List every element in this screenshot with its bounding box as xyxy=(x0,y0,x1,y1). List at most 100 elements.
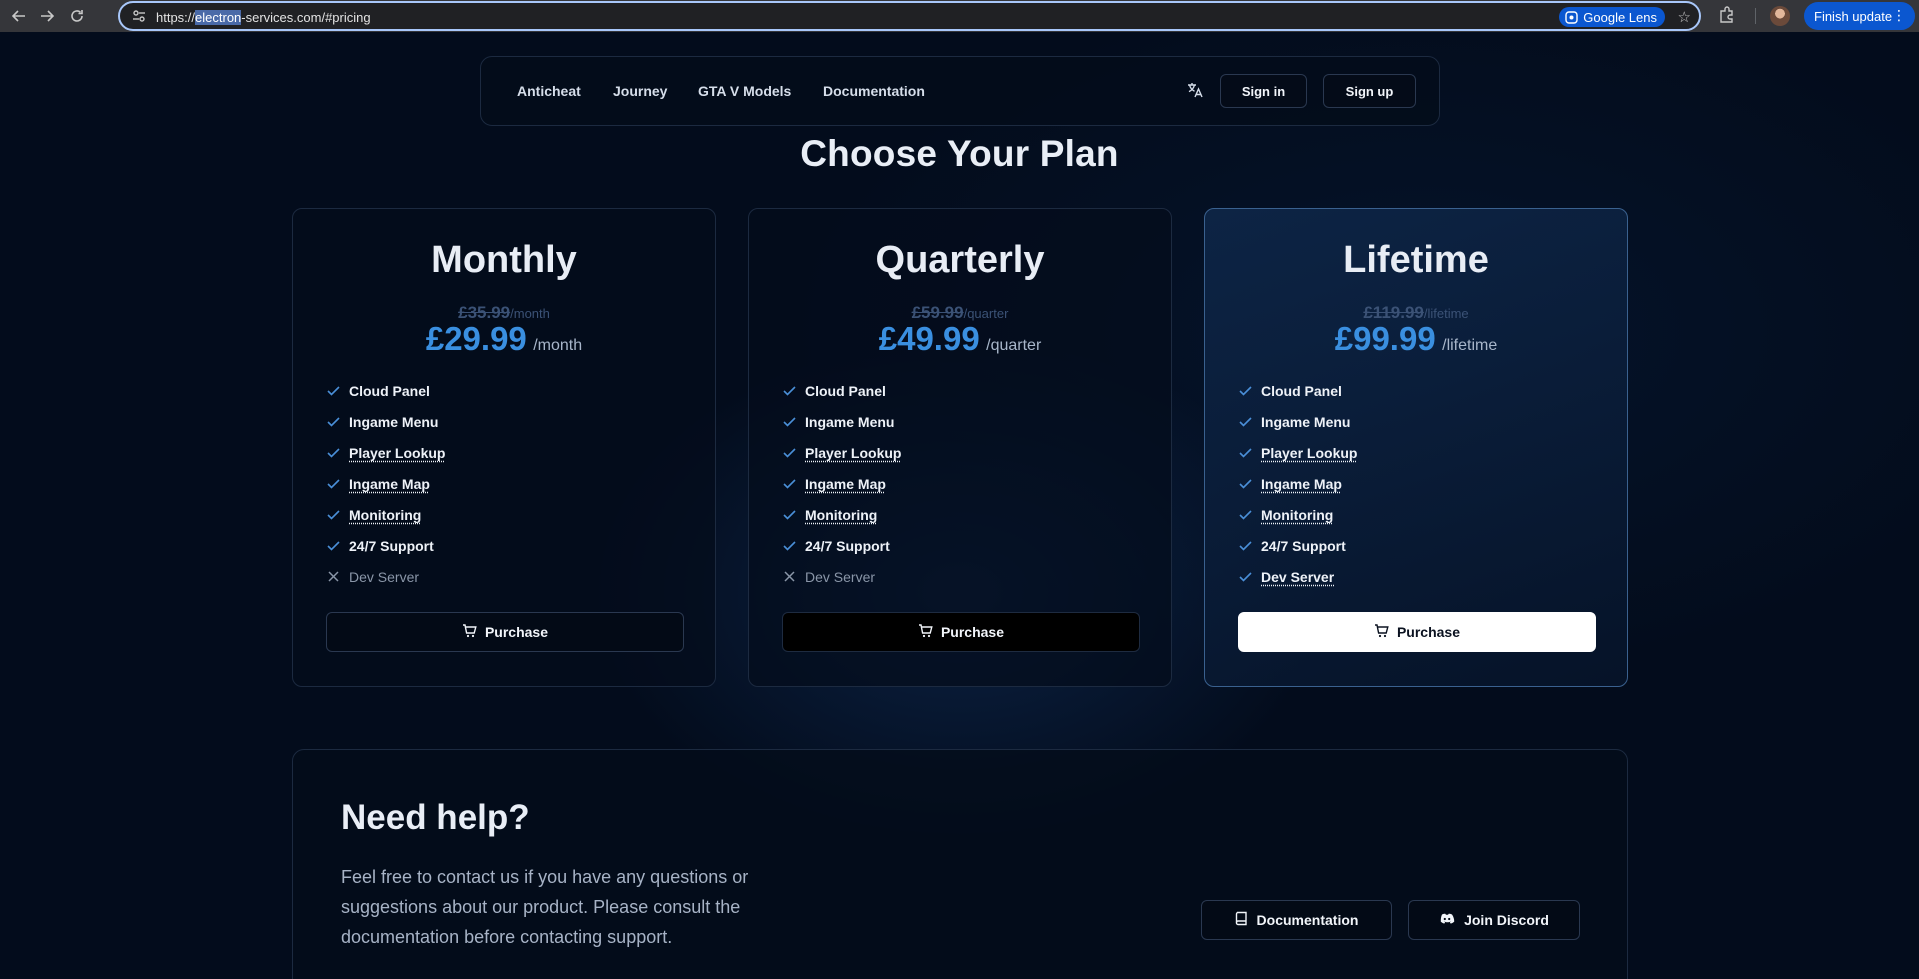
check-icon xyxy=(782,415,796,429)
url-prefix: https:// xyxy=(156,10,196,25)
feature-label: Cloud Panel xyxy=(349,382,430,399)
feature-ingame-map: Ingame Map xyxy=(782,468,901,499)
price-period: /lifetime xyxy=(1442,337,1498,354)
price-period: /quarter xyxy=(986,337,1042,354)
old-price-period: /lifetime xyxy=(1423,306,1469,321)
feature-label[interactable]: Player Lookup xyxy=(349,445,445,461)
reload-icon[interactable] xyxy=(66,5,88,27)
feature-list: Cloud Panel Ingame Menu Player Lookup Ingam… xyxy=(1238,375,1357,592)
purchase-button-quarterly[interactable]: Purchase xyxy=(782,612,1140,652)
purchase-button-lifetime[interactable]: Purchase xyxy=(1238,612,1596,652)
feature-label: Dev Server xyxy=(805,568,876,585)
extensions-puzzle-icon[interactable] xyxy=(1718,6,1736,29)
feature-ingame-menu: Ingame Menu xyxy=(782,406,901,437)
purchase-label: Purchase xyxy=(484,624,549,640)
discord-icon xyxy=(1439,912,1455,928)
feature-label[interactable]: Ingame Map xyxy=(805,476,886,492)
feature-list: Cloud Panel Ingame Menu Player Lookup Ingam… xyxy=(782,375,901,592)
feature-label[interactable]: Monitoring xyxy=(349,507,421,523)
feature-monitoring: Monitoring xyxy=(326,499,445,530)
nav-link-documentation[interactable]: Documentation xyxy=(823,83,925,99)
feature-player-lookup: Player Lookup xyxy=(1238,437,1357,468)
check-icon xyxy=(782,477,796,491)
purchase-button-monthly[interactable]: Purchase xyxy=(326,612,684,652)
feature-label: Cloud Panel xyxy=(805,382,886,399)
feature-monitoring: Monitoring xyxy=(782,499,901,530)
check-icon xyxy=(1238,415,1252,429)
feature-label[interactable]: Ingame Map xyxy=(1261,476,1342,492)
feature-list: Cloud Panel Ingame Menu Player Lookup Ingam… xyxy=(326,375,445,592)
help-section: Need help? Feel free to contact us if yo… xyxy=(292,749,1628,979)
sign-in-button[interactable]: Sign in xyxy=(1220,74,1307,108)
finish-update-label: Finish update xyxy=(1814,8,1893,24)
feature-label: Cloud Panel xyxy=(1261,382,1342,399)
forward-icon[interactable] xyxy=(36,5,58,27)
check-icon xyxy=(1238,384,1252,398)
join-discord-button[interactable]: Join Discord xyxy=(1408,900,1580,940)
cross-icon xyxy=(782,570,796,584)
feature-cloud-panel: Cloud Panel xyxy=(1238,375,1357,406)
toolbar-divider xyxy=(1755,8,1756,24)
old-price-period: /month xyxy=(510,306,550,321)
feature-ingame-menu: Ingame Menu xyxy=(326,406,445,437)
check-icon xyxy=(326,477,340,491)
plan-name: Monthly xyxy=(431,239,577,281)
google-lens-button[interactable]: Google Lens xyxy=(1559,7,1665,27)
join-discord-label: Join Discord xyxy=(1464,912,1549,928)
cross-icon xyxy=(326,570,340,584)
plan-card-monthly: Monthly £35.99/month £29.99 /month Cloud… xyxy=(292,208,716,687)
feature-dev-server: Dev Server xyxy=(1238,561,1357,592)
current-price: £99.99 /lifetime xyxy=(1205,320,1627,358)
plan-card-quarterly: Quarterly £59.99/quarter £49.99 /quarter… xyxy=(748,208,1172,687)
feature-label[interactable]: Monitoring xyxy=(805,507,877,523)
bookmark-star-icon[interactable]: ☆ xyxy=(1678,8,1691,26)
check-icon xyxy=(782,508,796,522)
nav-link-anticheat[interactable]: Anticheat xyxy=(517,83,581,99)
price-amount: £99.99 xyxy=(1334,320,1436,357)
check-icon xyxy=(782,539,796,553)
feature-label[interactable]: Ingame Map xyxy=(349,476,430,492)
plan-name: Quarterly xyxy=(875,239,1045,281)
cart-icon xyxy=(462,623,477,641)
back-icon[interactable] xyxy=(8,5,30,27)
feature-label[interactable]: Monitoring xyxy=(1261,507,1333,523)
documentation-button[interactable]: Documentation xyxy=(1201,900,1392,940)
address-bar[interactable]: https://electron-services.com/#pricing G… xyxy=(118,1,1701,31)
more-options-icon[interactable]: ⋮ xyxy=(1892,7,1906,24)
feature-label[interactable]: Player Lookup xyxy=(1261,445,1357,461)
google-lens-label: Google Lens xyxy=(1583,9,1657,25)
cart-icon xyxy=(1374,623,1389,641)
price-period: /month xyxy=(533,337,583,354)
feature-label: 24/7 Support xyxy=(349,537,434,554)
feature-cloud-panel: Cloud Panel xyxy=(782,375,901,406)
plan-card-lifetime: Lifetime £119.99/lifetime £99.99 /lifeti… xyxy=(1204,208,1628,687)
sign-up-button[interactable]: Sign up xyxy=(1323,74,1416,108)
check-icon xyxy=(1238,477,1252,491)
feature-ingame-menu: Ingame Menu xyxy=(1238,406,1357,437)
lens-icon xyxy=(1565,10,1578,24)
feature-ingame-map: Ingame Map xyxy=(1238,468,1357,499)
page-title: Choose Your Plan xyxy=(800,133,1119,174)
url-selection: electron xyxy=(195,10,242,25)
feature-label[interactable]: Dev Server xyxy=(1261,569,1334,585)
translate-icon[interactable] xyxy=(1186,81,1204,104)
nav-link-journey[interactable]: Journey xyxy=(613,83,667,99)
check-icon xyxy=(326,508,340,522)
feature-24-7-support: 24/7 Support xyxy=(326,530,445,561)
price-amount: £49.99 xyxy=(878,320,980,357)
feature-label[interactable]: Player Lookup xyxy=(805,445,901,461)
site-settings-icon[interactable] xyxy=(132,9,146,28)
feature-label: Ingame Menu xyxy=(1261,413,1351,430)
check-icon xyxy=(326,446,340,460)
old-price-period: /quarter xyxy=(963,306,1009,321)
feature-24-7-support: 24/7 Support xyxy=(782,530,901,561)
nav-link-gta-models[interactable]: GTA V Models xyxy=(698,83,791,99)
check-icon xyxy=(782,446,796,460)
cart-icon xyxy=(918,623,933,641)
site-navbar: Anticheat Journey GTA V Models Documenta… xyxy=(480,56,1440,126)
url-text[interactable]: https://electron-services.com/#pricing xyxy=(156,10,371,25)
profile-avatar[interactable] xyxy=(1770,6,1790,26)
finish-update-button[interactable]: Finish update ⋮ xyxy=(1804,2,1915,30)
feature-monitoring: Monitoring xyxy=(1238,499,1357,530)
feature-label: Dev Server xyxy=(349,568,420,585)
